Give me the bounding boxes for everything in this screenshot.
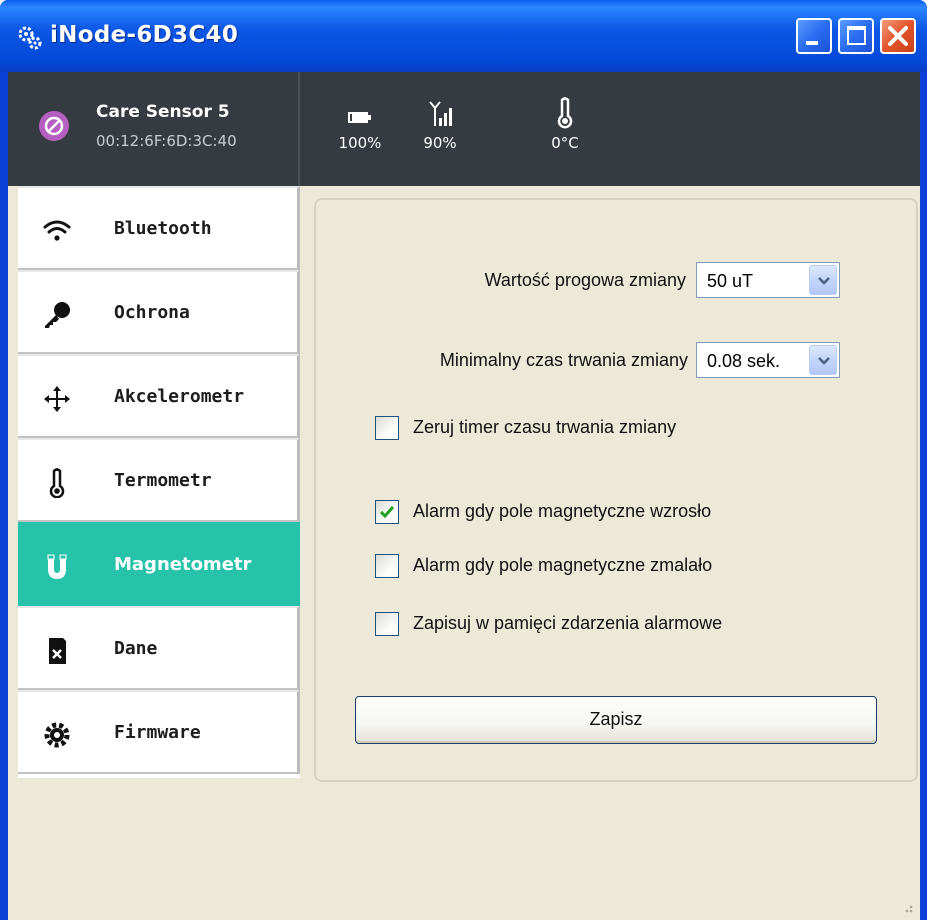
thermometer-icon: [49, 468, 65, 498]
duration-value: 0.08 sek.: [707, 351, 781, 371]
battery-icon: [348, 112, 371, 123]
alarm-decrease-checkbox[interactable]: [375, 554, 399, 578]
sidebar-item-dane[interactable]: Dane: [18, 606, 300, 690]
maximize-button[interactable]: [838, 18, 874, 54]
close-icon: [888, 26, 908, 46]
duration-select[interactable]: 0.08 sek.: [696, 342, 840, 378]
battery-stat: 100%: [330, 96, 390, 152]
signal-value: 90%: [423, 134, 457, 152]
device-info: Care Sensor 5 00:12:6F:6D:3C:40: [8, 72, 300, 186]
window-title: iNode-6D3C40: [50, 22, 239, 48]
sidebar: Bluetooth Ochrona Akcelerometr Termometr…: [18, 186, 300, 778]
temperature-value: 0°C: [551, 134, 579, 152]
temperature-stat: 0°C: [535, 96, 595, 152]
client-area: Care Sensor 5 00:12:6F:6D:3C:40 100% 90%…: [8, 72, 920, 920]
duration-dropdown-button[interactable]: [809, 345, 837, 375]
move-arrows-icon: [44, 386, 70, 412]
alarm-increase-label: Alarm gdy pole magnetyczne wzrosło: [413, 501, 712, 521]
sensor-badge-icon: [39, 111, 69, 141]
sidebar-item-magnetometr[interactable]: Magnetometr: [18, 522, 300, 606]
checkmark-icon: [379, 506, 395, 519]
sidebar-item-termometr[interactable]: Termometr: [18, 438, 300, 522]
save-button[interactable]: Zapisz: [355, 696, 877, 744]
sidebar-item-label: Magnetometr: [114, 554, 252, 575]
alarm-decrease-label: Alarm gdy pole magnetyczne zmalało: [413, 555, 713, 575]
sidebar-item-label: Akcelerometr: [114, 386, 245, 407]
thermometer-icon: [557, 97, 573, 129]
battery-value: 100%: [338, 134, 382, 152]
log-alarms-label: Zapisuj w pamięci zdarzenia alarmowe: [413, 613, 723, 633]
sidebar-item-akcelerometr[interactable]: Akcelerometr: [18, 354, 300, 438]
reset-timer-checkbox[interactable]: [375, 416, 399, 440]
gear-icon: [44, 722, 70, 748]
threshold-value: 50 uT: [707, 271, 754, 291]
wifi-icon: [43, 220, 71, 241]
alarm-increase-checkbox[interactable]: [375, 500, 399, 524]
minimize-button[interactable]: [796, 18, 832, 54]
sidebar-item-label: Dane: [114, 638, 158, 659]
reset-timer-label: Zeruj timer czasu trwania zmiany: [413, 417, 677, 437]
magnet-icon: [47, 554, 67, 579]
sidebar-item-label: Firmware: [114, 722, 201, 743]
device-mac: 00:12:6F:6D:3C:40: [96, 132, 237, 150]
gears-icon: [18, 26, 42, 50]
sidebar-item-firmware[interactable]: Firmware: [18, 690, 300, 774]
sidebar-item-bluetooth[interactable]: Bluetooth: [18, 186, 300, 270]
duration-label: Minimalny czas trwania zmiany: [439, 350, 688, 370]
maximize-icon: [847, 26, 866, 45]
threshold-label: Wartość progowa zmiany: [484, 270, 686, 290]
sidebar-item-label: Ochrona: [114, 302, 190, 323]
threshold-select[interactable]: 50 uT: [696, 262, 840, 298]
sidebar-item-label: Termometr: [114, 470, 212, 491]
sd-card-icon: [49, 638, 66, 664]
sidebar-item-label: Bluetooth: [114, 218, 212, 239]
chevron-down-icon: [818, 277, 830, 285]
device-name: Care Sensor 5: [96, 102, 230, 122]
chevron-down-icon: [818, 357, 830, 365]
app-window: iNode-6D3C40 Care Sensor 5 00:12:6F:6D:3…: [0, 0, 927, 920]
minimize-icon: [806, 41, 818, 45]
device-header: Care Sensor 5 00:12:6F:6D:3C:40 100% 90%…: [8, 72, 920, 186]
signal-strength-icon: [429, 101, 452, 126]
title-bar[interactable]: iNode-6D3C40: [0, 0, 927, 72]
close-button[interactable]: [880, 18, 916, 54]
key-icon: [45, 302, 70, 328]
log-alarms-checkbox[interactable]: [375, 612, 399, 636]
resize-grip-icon[interactable]: [898, 898, 914, 914]
sidebar-item-ochrona[interactable]: Ochrona: [18, 270, 300, 354]
threshold-dropdown-button[interactable]: [809, 265, 837, 295]
signal-stat: 90%: [410, 96, 470, 152]
